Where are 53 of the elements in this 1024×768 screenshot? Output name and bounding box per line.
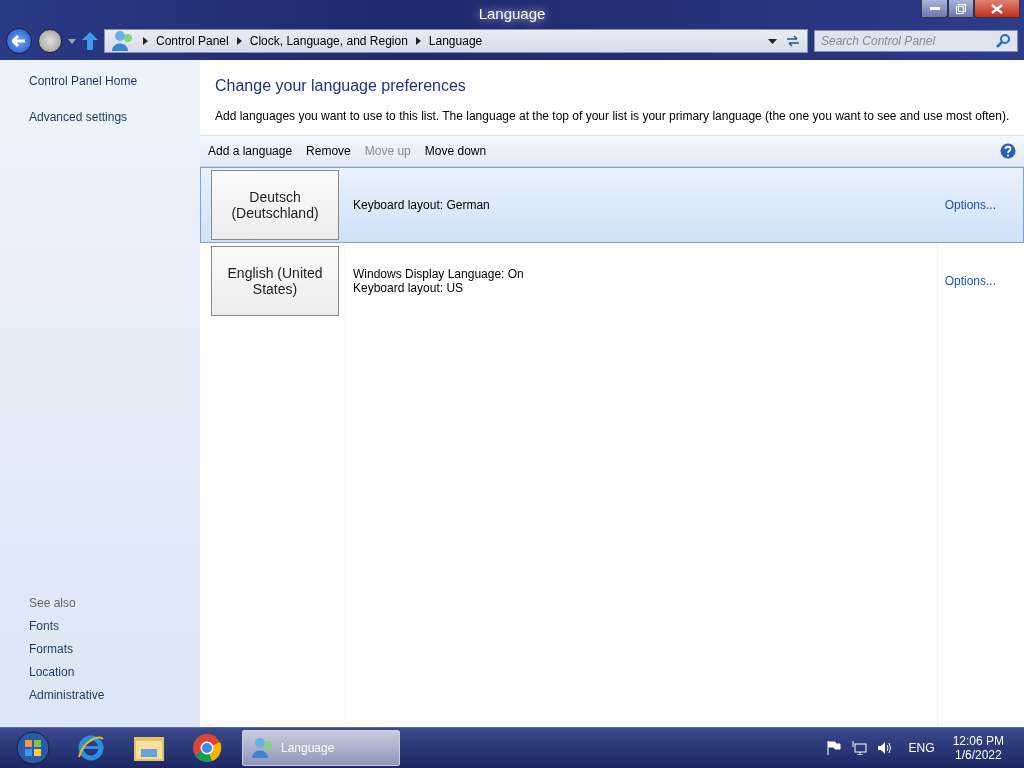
speaker-icon[interactable] — [876, 741, 893, 755]
start-orb-icon[interactable] — [16, 731, 50, 765]
chrome-icon[interactable] — [192, 733, 222, 763]
restore-button[interactable] — [948, 0, 974, 18]
minimize-button[interactable] — [921, 0, 948, 18]
refresh-icon[interactable] — [785, 34, 801, 48]
window-title: Language — [478, 4, 546, 22]
sidebar-link[interactable]: Control Panel Home — [29, 74, 200, 88]
sidebar-link[interactable]: Formats — [29, 642, 200, 656]
sidebar-link[interactable]: Location — [29, 665, 200, 679]
language-row[interactable]: English (United States) Windows Display Language: On Keyboard layout: US Options... — [200, 243, 1024, 319]
address-bar[interactable]: Control Panel Clock, Language, and Region Language — [104, 29, 808, 53]
browser-icon[interactable] — [76, 733, 106, 763]
chevron-icon — [415, 37, 421, 45]
toolbar-button[interactable]: Move down — [424, 144, 487, 158]
flag-icon[interactable] — [826, 741, 841, 755]
clock[interactable]: 12:06 PM 1/6/2022 — [952, 734, 1004, 762]
control-panel-icon — [111, 29, 135, 53]
sidebar-link[interactable]: Administrative — [29, 688, 200, 702]
back-arrow-icon — [12, 35, 26, 47]
breadcrumb[interactable]: Control Panel — [156, 34, 229, 48]
description-text: Add languages you want to use to this list. The language at the top of your list is your primary language (the one you want to see and use most often). — [215, 109, 1011, 123]
toolbar-button[interactable]: Remove — [306, 144, 351, 158]
network-icon[interactable] — [850, 741, 867, 755]
language-row[interactable]: Deutsch (Deutschland) Keyboard layout: German Options... — [200, 167, 1024, 243]
search-field[interactable]: Search Control Panel — [814, 30, 1018, 52]
chevron-icon — [236, 37, 242, 45]
close-button[interactable] — [974, 0, 1020, 18]
sidebar-link[interactable]: Advanced settings — [29, 110, 200, 124]
help-icon[interactable] — [1000, 143, 1016, 159]
language-detail: Keyboard layout: US — [353, 281, 465, 295]
language-indicator[interactable]: ENG — [908, 741, 935, 755]
language-detail: Keyboard layout: German — [353, 198, 491, 212]
language-name: Deutsch (Deutschland) — [211, 170, 339, 240]
minimize-icon — [929, 6, 940, 11]
options-link[interactable]: Options... — [944, 274, 996, 288]
toolbar-button[interactable]: Add a language — [208, 144, 293, 158]
page-heading: Change your language preferences — [215, 77, 467, 95]
language-name: English (United States) — [211, 246, 339, 316]
chevron-icon — [143, 37, 148, 45]
restore-icon — [956, 3, 966, 14]
sidebar-link[interactable]: Fonts — [29, 619, 200, 633]
close-icon — [991, 3, 1003, 14]
language-detail: Windows Display Language: On — [353, 267, 525, 281]
breadcrumb[interactable]: Clock, Language, and Region — [249, 34, 408, 48]
options-link[interactable]: Options... — [944, 198, 996, 212]
forward-button[interactable] — [38, 29, 62, 53]
back-button[interactable] — [6, 28, 32, 54]
see-also-label: See also — [29, 596, 77, 610]
people-icon — [251, 736, 275, 760]
dropdown-icon[interactable] — [768, 38, 777, 44]
breadcrumb[interactable]: Language — [428, 34, 483, 48]
up-arrow-icon[interactable] — [82, 32, 98, 50]
